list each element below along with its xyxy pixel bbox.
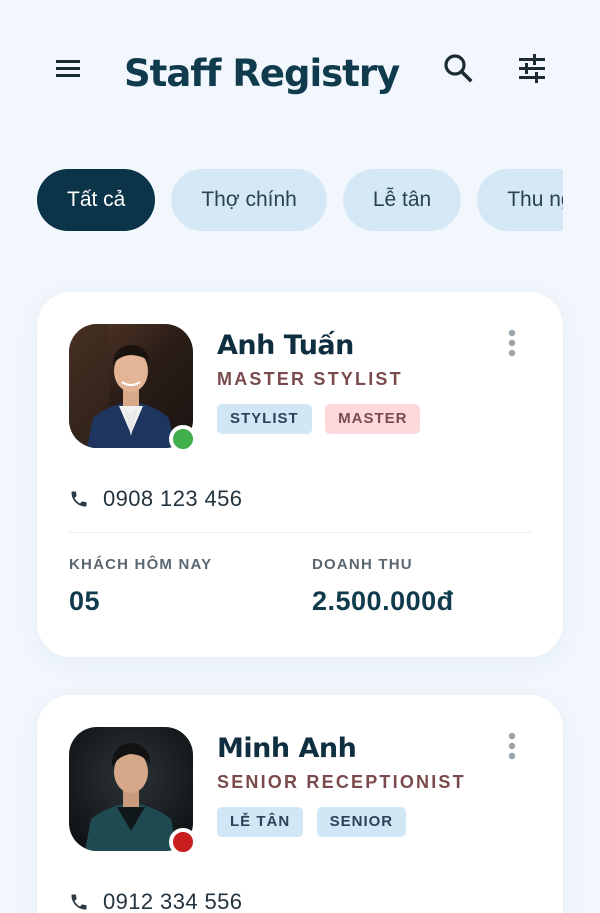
- badge-stylist: STYLIST: [217, 404, 312, 434]
- badge-senior: SENIOR: [316, 807, 407, 837]
- staff-role: MASTER STYLIST: [217, 369, 403, 389]
- revenue-value: 2.500.000đ: [312, 586, 454, 616]
- badge-master: MASTER: [325, 404, 421, 434]
- badge-group: LỄ TÂN SENIOR: [217, 807, 415, 837]
- phone-icon: [71, 894, 87, 910]
- search-icon: [444, 54, 473, 83]
- staff-card[interactable]: Minh Anh SENIOR RECEPTIONIST LỄ TÂN SENI…: [37, 695, 563, 913]
- online-status-dot: [169, 425, 197, 453]
- chip-main-stylist[interactable]: Thợ chính: [171, 169, 327, 231]
- staff-card[interactable]: Anh Tuấn MASTER STYLIST STYLIST MASTER 0…: [37, 292, 563, 657]
- divider: [69, 532, 531, 533]
- staff-name: Minh Anh: [217, 733, 357, 764]
- badge-group: STYLIST MASTER: [217, 404, 429, 434]
- customers-today-label: KHÁCH HÔM NAY: [69, 556, 213, 573]
- staff-role: SENIOR RECEPTIONIST: [217, 772, 466, 792]
- filter-button[interactable]: [512, 48, 552, 88]
- more-options-button[interactable]: [497, 328, 527, 358]
- staff-name: Anh Tuấn: [217, 330, 354, 361]
- phone-number: 0912 334 556: [103, 889, 243, 913]
- phone-icon: [71, 491, 87, 507]
- revenue-label: DOANH THU: [312, 556, 413, 573]
- phone-row[interactable]: 0912 334 556: [69, 887, 242, 913]
- chip-cashier[interactable]: Thu ngân: [477, 169, 563, 231]
- chip-reception[interactable]: Lễ tân: [342, 169, 462, 231]
- chip-all[interactable]: Tất cả: [37, 169, 156, 231]
- tune-icon: [519, 54, 545, 83]
- more-options-button[interactable]: [497, 731, 527, 761]
- filter-chips: Tất cảThợ chínhLễ tânThu ngân: [37, 169, 563, 231]
- menu-icon: [56, 60, 80, 77]
- offline-status-dot: [169, 828, 197, 856]
- app-bar: Staff Registry: [0, 0, 600, 150]
- phone-number: 0908 123 456: [103, 486, 243, 511]
- search-button[interactable]: [438, 48, 478, 88]
- page-title: Staff Registry: [124, 52, 400, 95]
- customers-today-value: 05: [69, 586, 101, 616]
- more-vert-icon: [508, 732, 516, 760]
- phone-row[interactable]: 0908 123 456: [69, 484, 242, 514]
- more-vert-icon: [508, 329, 516, 357]
- badge-reception: LỄ TÂN: [217, 807, 304, 837]
- menu-button[interactable]: [48, 48, 88, 88]
